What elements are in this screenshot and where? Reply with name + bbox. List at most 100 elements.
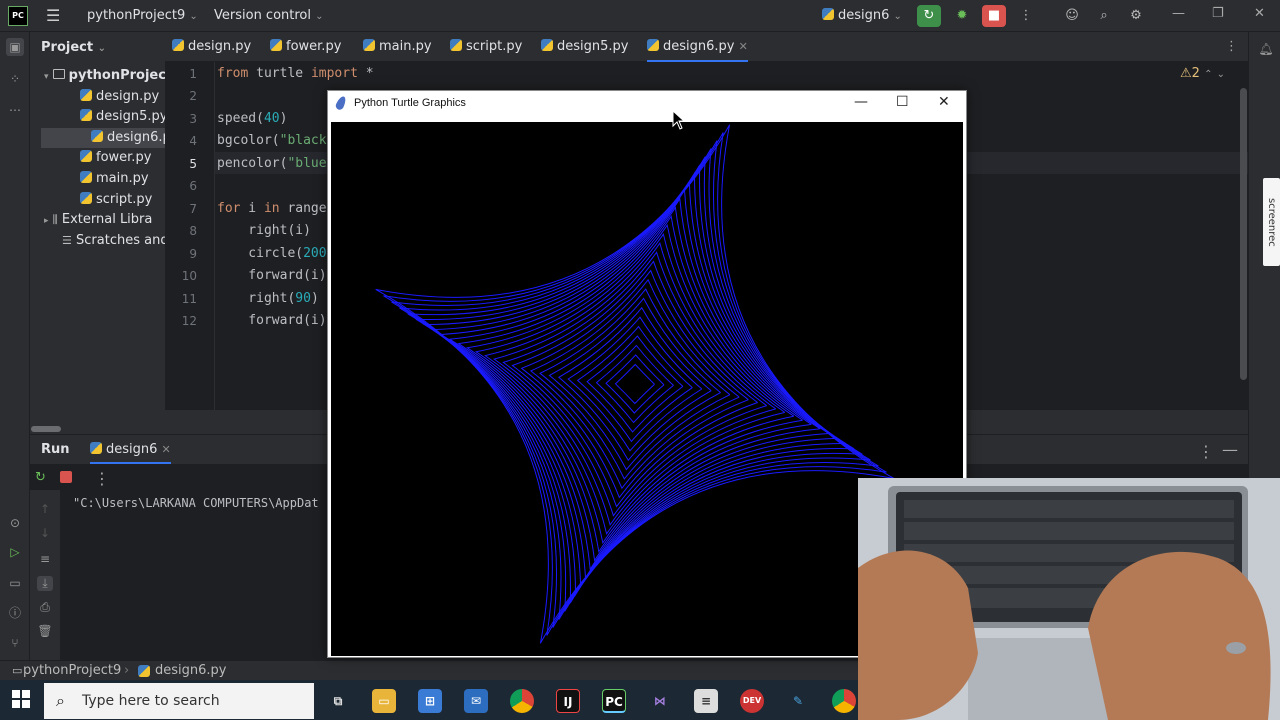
rerun-icon[interactable]: ↻ (35, 470, 46, 485)
settings-gear-icon[interactable]: ⚙ (1124, 5, 1148, 27)
minimize-icon[interactable]: — (854, 94, 868, 110)
tree-scratches[interactable]: ☰ Scratches and (30, 231, 165, 251)
project-scrollbar[interactable] (31, 426, 61, 432)
tab-fower[interactable]: fower.py (270, 32, 341, 62)
search-icon[interactable]: ⌕ (1092, 5, 1116, 27)
scroll-end-icon[interactable]: ⤓ (37, 576, 53, 591)
warnings-indicator[interactable]: ⚠2 ⌃ ⌄ (1180, 66, 1225, 81)
tree-file-design6[interactable]: design6.py (41, 128, 165, 148)
windows-start-icon[interactable] (12, 690, 30, 708)
print-icon[interactable]: ⎙ (37, 600, 53, 615)
pycharm-icon[interactable]: PC (602, 689, 626, 713)
tab-main[interactable]: main.py (363, 32, 432, 62)
status-file[interactable]: design6.py (155, 661, 226, 681)
tab-options-icon[interactable]: ⋮ (1225, 32, 1238, 62)
project-panel-header[interactable]: Project ⌄ (41, 40, 106, 55)
visual-studio-icon[interactable]: ⋈ (648, 689, 672, 713)
tree-file-design[interactable]: design.py (30, 87, 165, 107)
tab-design6[interactable]: design6.py ✕ (647, 32, 748, 62)
close-icon[interactable]: ✕ (1254, 6, 1265, 21)
tab-design[interactable]: design.py (172, 32, 251, 62)
code-token: ) (310, 291, 319, 306)
services-icon[interactable]: ⊙ (6, 514, 24, 532)
search-icon: ⌕ (56, 691, 65, 710)
tab-label: main.py (379, 39, 432, 54)
trash-icon[interactable]: 🗑︎ (37, 624, 53, 638)
soft-wrap-icon[interactable]: ≡ (37, 552, 53, 566)
debug-button[interactable]: ✹ (950, 5, 974, 27)
chevron-up-icon[interactable]: ⌃ (1204, 69, 1212, 80)
more-actions-icon[interactable]: ⋮ (1014, 5, 1038, 27)
python-file-icon (363, 39, 375, 51)
project-tool-icon[interactable]: ▣ (6, 38, 24, 56)
notifications-bell-icon[interactable]: 🔔︎ (1257, 40, 1275, 58)
task-view-icon[interactable]: ⧉ (326, 689, 350, 713)
intellij-icon[interactable]: IJ (556, 689, 580, 713)
mail-icon[interactable]: ✉ (464, 689, 488, 713)
editor-scrollbar[interactable] (1240, 88, 1247, 380)
problems-icon[interactable]: ⓘ (6, 604, 24, 622)
python-file-icon (172, 39, 184, 51)
chrome-icon[interactable] (510, 689, 534, 713)
line-number-current: 5 (189, 157, 197, 171)
stop-button[interactable]: ■ (982, 5, 1006, 27)
hide-panel-icon[interactable]: — (1222, 440, 1238, 459)
minimize-icon[interactable]: — (1172, 6, 1185, 21)
tree-file-design5[interactable]: design5.py (30, 107, 165, 127)
store-icon[interactable]: ⊞ (418, 689, 442, 713)
file-explorer-icon[interactable]: ▭ (372, 689, 396, 713)
screenrec-badge[interactable]: screenrec (1263, 178, 1280, 266)
line-number: 10 (181, 269, 197, 283)
arrow-down-icon[interactable]: ↓ (37, 526, 53, 540)
run-config-selector[interactable]: design6 ⌄ (822, 8, 902, 23)
structure-icon[interactable]: ⁘ (6, 70, 24, 88)
run-options-icon[interactable]: ⋮ (1198, 442, 1214, 461)
more-tools-icon[interactable]: … (6, 98, 24, 116)
tree-file-script[interactable]: script.py (30, 190, 165, 210)
editor-tabs: design.py fower.py main.py script.py des… (165, 32, 1248, 62)
close-tab-icon[interactable]: ✕ (162, 443, 171, 456)
rerun-button[interactable]: ↻ (917, 5, 941, 27)
tree-external-libraries[interactable]: ▸ ⫼ External Libra (30, 210, 165, 230)
run-panel-label[interactable]: Run (41, 442, 70, 457)
chevron-down-icon: ⌄ (97, 43, 106, 54)
run-tool-icon[interactable]: ▷ (6, 543, 24, 561)
code-token: pencolor( (217, 156, 288, 171)
pycharm-logo-icon: PC (8, 6, 28, 26)
pen-app-icon[interactable]: ✎ (786, 689, 810, 713)
terminal-icon[interactable]: ▭ (6, 574, 24, 592)
more-icon[interactable]: ⋮ (94, 469, 110, 488)
maximize-icon[interactable]: ❐ (1212, 6, 1224, 21)
tab-design5[interactable]: design5.py (541, 32, 628, 62)
user-icon[interactable]: ☺ (1060, 5, 1084, 27)
python-file-icon (80, 192, 92, 204)
file-label: main.py (96, 171, 149, 186)
stop-icon[interactable] (60, 471, 72, 483)
notepad-icon[interactable]: ≡ (694, 689, 718, 713)
chevron-down-icon[interactable]: ⌄ (1217, 69, 1225, 80)
status-project[interactable]: pythonProject9 (23, 661, 121, 681)
maximize-icon[interactable]: ☐ (896, 94, 909, 110)
version-control-menu[interactable]: Version control ⌄ (214, 8, 324, 23)
tree-root[interactable]: ▾ pythonProject (30, 66, 165, 86)
code-line-4: bgcolor("black" (217, 133, 334, 148)
tree-file-fower[interactable]: fower.py (30, 148, 165, 168)
git-icon[interactable]: ⑂ (6, 634, 24, 652)
taskbar-search[interactable]: ⌕ Type here to search (44, 683, 314, 719)
python-icon (822, 8, 834, 20)
tab-script[interactable]: script.py (450, 32, 522, 62)
close-tab-icon[interactable]: ✕ (739, 40, 748, 53)
chevron-down-icon: ⌄ (189, 11, 198, 22)
project-switcher[interactable]: pythonProject9 ⌄ (87, 8, 198, 23)
mouse-cursor-icon (672, 110, 686, 130)
tree-file-main[interactable]: main.py (30, 169, 165, 189)
close-icon[interactable]: ✕ (938, 94, 950, 110)
code-line-8: right(i) (217, 223, 311, 238)
chrome-icon-2[interactable] (832, 689, 856, 713)
project-panel: Project ⌄ ▾ pythonProject design.py desi… (30, 32, 165, 432)
python-file-icon (647, 39, 659, 51)
devcpp-icon[interactable]: DEV (740, 689, 764, 713)
run-tab[interactable]: design6 ✕ (90, 442, 171, 464)
main-menu-icon[interactable]: ☰ (46, 6, 60, 25)
arrow-up-icon[interactable]: ↑ (37, 502, 53, 516)
